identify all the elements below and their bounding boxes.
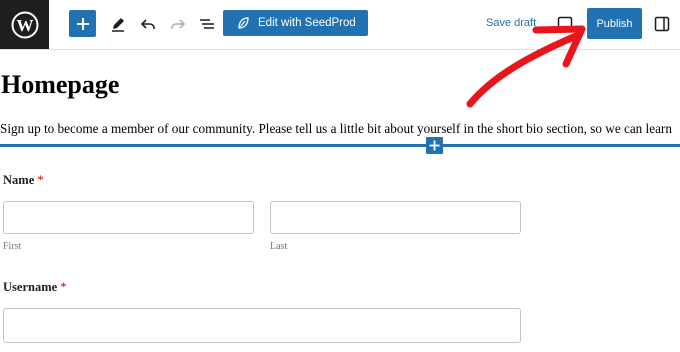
last-name-input[interactable] (270, 201, 521, 234)
preview-button[interactable] (557, 16, 573, 30)
seedprod-leaf-icon (237, 17, 249, 29)
seedprod-button-label: Edit with SeedProd (258, 17, 356, 29)
undo-icon (140, 19, 155, 29)
save-draft-button[interactable]: Save draft (486, 17, 536, 29)
intro-paragraph[interactable]: Sign up to become a member of our commun… (0, 121, 680, 137)
username-input[interactable] (3, 308, 521, 343)
last-sublabel: Last (270, 241, 288, 252)
required-marker: * (37, 173, 44, 187)
plus-icon (76, 17, 89, 30)
publish-button[interactable]: Publish (587, 8, 642, 39)
wordpress-logo-icon[interactable]: W (0, 0, 49, 49)
settings-sidebar-icon (654, 16, 670, 32)
list-view-icon (200, 19, 214, 29)
list-view-button[interactable] (195, 12, 219, 36)
redo-button[interactable] (166, 12, 190, 36)
add-block-button[interactable] (69, 10, 96, 37)
redo-icon (171, 19, 186, 29)
undo-button[interactable] (136, 12, 160, 36)
pencil-icon (112, 18, 124, 32)
edit-with-seedprod-button[interactable]: Edit with SeedProd (223, 10, 368, 36)
annotation-arrow (466, 25, 586, 108)
username-label-text: Username (3, 280, 58, 294)
page-title[interactable]: Homepage (1, 70, 119, 100)
settings-button[interactable] (654, 16, 670, 32)
username-field-label: Username * (3, 280, 67, 295)
preview-icon (557, 16, 573, 30)
required-marker: * (60, 280, 67, 294)
tools-button[interactable] (106, 12, 130, 36)
name-label-text: Name (3, 173, 35, 187)
block-separator (0, 144, 680, 147)
first-sublabel: First (3, 241, 22, 252)
first-name-input[interactable] (3, 201, 254, 234)
editor-toolbar: W Edit with SeedProd Save draft Publish (0, 0, 680, 50)
block-inserter-button[interactable] (426, 137, 443, 154)
plus-icon (429, 140, 440, 151)
svg-text:W: W (16, 16, 33, 35)
name-field-label: Name * (3, 173, 44, 188)
